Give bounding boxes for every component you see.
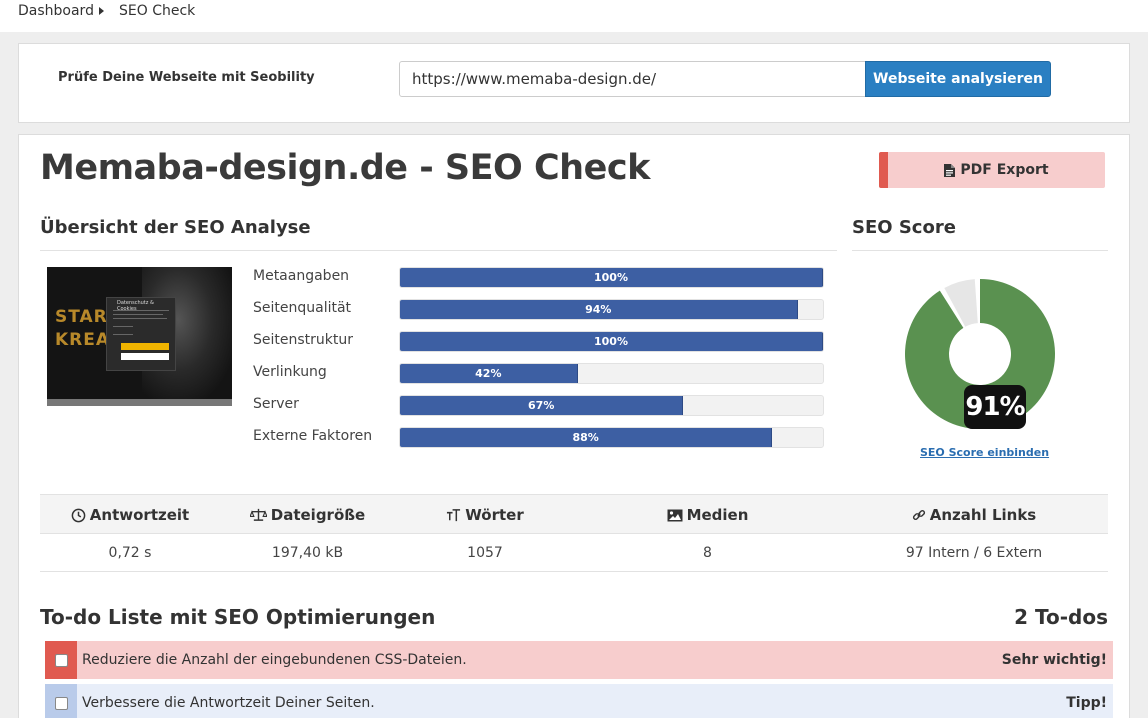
progress-bar-fill: 88% [400,428,773,447]
todo-item[interactable]: Reduziere die Anzahl der eingebundenen C… [45,641,1113,679]
breadcrumb-caret-icon [99,7,104,15]
bar-label: Metaangaben [253,268,350,284]
stat-header-media: Medien [575,495,840,535]
todo-text: Reduziere die Anzahl der eingebundenen C… [82,652,467,668]
progress-bar: 42% [399,363,824,384]
overview-divider [40,250,837,251]
progress-bar: 100% [399,267,824,288]
progress-bar-fill: 100% [400,332,823,351]
stat-label: Antwortzeit [89,506,190,524]
breadcrumb-current: SEO Check [119,3,196,19]
todo-heading: To-do Liste mit SEO Optimierungen [40,605,436,629]
progress-bar-fill: 94% [400,300,798,319]
todo-priority: Sehr wichtig! [1001,652,1107,668]
seo-score-divider [852,250,1108,251]
progress-bar-fill: 67% [400,396,684,415]
stat-label: Medien [686,506,749,524]
stat-label: Wörter [465,506,524,524]
progress-bar: 67% [399,395,824,416]
scale-icon [249,508,267,521]
stats-header: Antwortzeit Dateigröße Wörter Medien Anz… [40,494,1108,534]
todo-checkbox[interactable] [54,696,68,710]
stat-value-words: 1057 [467,545,503,561]
stat-header-links: Anzahl Links [840,495,1108,535]
link-icon [912,510,925,520]
thumbnail-cookie-dialog: Datenschutz & Cookies [106,297,176,371]
seo-score-heading: SEO Score [852,217,956,238]
analyzer-prompt: Prüfe Deine Webseite mit Seobility [58,70,315,85]
stat-header-response-time: Antwortzeit [40,495,220,535]
overview-heading: Übersicht der SEO Analyse [40,217,311,238]
thumbnail-text-line2: KREA [55,330,111,350]
todo-count: 2 To-dos [1014,605,1108,629]
todo-priority-tab [45,684,77,718]
document-icon [944,163,956,177]
analyze-button[interactable]: Webseite analysieren [865,61,1051,97]
pdf-export-label: PDF Export [960,162,1049,178]
bar-label: Seitenstruktur [253,332,354,348]
stat-header-words: Wörter [395,495,575,535]
todo-item[interactable]: Verbessere die Antwortzeit Deiner Seiten… [45,684,1113,718]
seo-score-value: 91% [964,385,1026,429]
stat-value-file-size: 197,40 kB [271,545,344,561]
todo-priority-tab [45,641,77,679]
seo-score-embed-link[interactable]: SEO Score einbinden [920,446,1049,459]
stat-value-links: 97 Intern / 6 Extern [905,545,1043,561]
stat-label: Anzahl Links [929,506,1037,524]
bar-label: Externe Faktoren [253,428,373,444]
text-size-icon [447,508,461,521]
progress-bar: 94% [399,299,824,320]
progress-bar: 88% [399,427,824,448]
progress-bar-fill: 42% [400,364,578,383]
website-thumbnail[interactable]: STAR KREA Datenschutz & Cookies [47,267,232,406]
pdf-export-button[interactable]: PDF Export [879,152,1105,188]
stat-value-response-time: 0,72 s [108,545,152,561]
page-title: Memaba-design.de - SEO Check [40,148,650,188]
bar-label: Seitenqualität [253,300,352,316]
stat-label: Dateigröße [270,506,366,524]
stat-value-media: 8 [703,545,712,561]
breadcrumb-dashboard[interactable]: Dashboard [18,3,94,19]
todo-text: Verbessere die Antwortzeit Deiner Seiten… [82,695,375,711]
stats-values: 0,72 s 197,40 kB 1057 8 97 Intern / 6 Ex… [40,534,1108,572]
clock-icon [71,508,86,522]
url-input[interactable] [399,61,866,97]
stat-header-file-size: Dateigröße [220,495,395,535]
progress-bar: 100% [399,331,824,352]
thumbnail-text-line1: STAR [55,307,108,327]
image-icon [667,509,683,521]
todo-priority: Tipp! [1066,695,1107,711]
top-bar: Dashboard SEO Check [0,0,1148,32]
progress-bar-fill: 100% [400,268,823,287]
todo-checkbox[interactable] [54,653,68,667]
bar-label: Server [253,396,299,412]
bar-label: Verlinkung [253,364,327,380]
